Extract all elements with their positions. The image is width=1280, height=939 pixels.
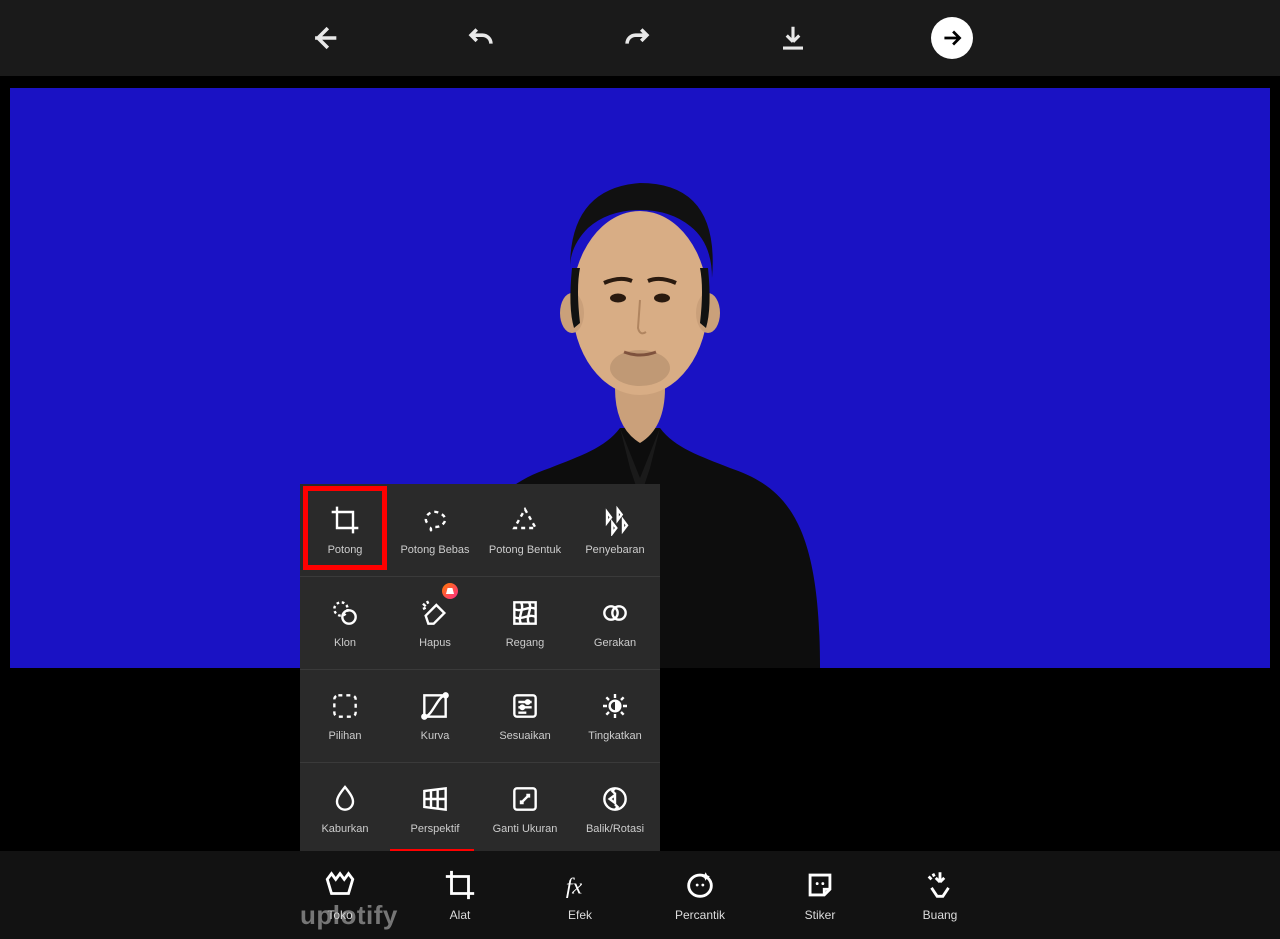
bottom-percantik[interactable]: Percantik [662, 868, 738, 922]
tool-label: Potong [328, 544, 363, 556]
tool-tingkatkan[interactable]: Tingkatkan [570, 670, 660, 762]
bottom-toolbar: Toko Alat fx Efek Percantik Stiker Buang [0, 851, 1280, 939]
tool-regang[interactable]: Regang [480, 577, 570, 669]
tool-potong-bentuk[interactable]: Potong Bentuk [480, 484, 570, 576]
undo-button[interactable] [463, 20, 499, 56]
download-button[interactable] [775, 20, 811, 56]
tool-label: Balik/Rotasi [586, 823, 644, 835]
tool-ganti-ukuran[interactable]: Ganti Ukuran [480, 763, 570, 855]
tool-sesuaikan[interactable]: Sesuaikan [480, 670, 570, 762]
bottom-toko[interactable]: Toko [302, 868, 378, 922]
bottom-buang[interactable]: Buang [902, 868, 978, 922]
tool-label: Hapus [419, 637, 451, 649]
tool-label: Tingkatkan [588, 730, 641, 742]
back-button[interactable] [307, 20, 343, 56]
tool-kaburkan[interactable]: Kaburkan [300, 763, 390, 855]
tool-penyebaran[interactable]: Penyebaran [570, 484, 660, 576]
tool-kurva[interactable]: Kurva [390, 670, 480, 762]
tool-label: Klon [334, 637, 356, 649]
svg-text:fx: fx [566, 874, 582, 899]
tool-perspektif[interactable]: Perspektif [390, 763, 480, 855]
bottom-label: Alat [450, 908, 471, 922]
tool-potong-bebas[interactable]: Potong Bebas [390, 484, 480, 576]
tool-hapus[interactable]: Hapus [390, 577, 480, 669]
tool-label: Regang [506, 637, 545, 649]
bottom-label: Buang [923, 908, 958, 922]
tool-label: Ganti Ukuran [493, 823, 558, 835]
tool-label: Potong Bebas [400, 544, 469, 556]
tool-pilihan[interactable]: Pilihan [300, 670, 390, 762]
bottom-alat[interactable]: Alat [422, 868, 498, 922]
tool-potong[interactable]: Potong [300, 484, 390, 576]
premium-badge-icon [442, 583, 458, 599]
bottom-label: Stiker [805, 908, 836, 922]
bottom-efek[interactable]: fx Efek [542, 868, 618, 922]
redo-button[interactable] [619, 20, 655, 56]
tool-label: Potong Bentuk [489, 544, 561, 556]
tool-label: Gerakan [594, 637, 636, 649]
tool-label: Pilihan [328, 730, 361, 742]
tool-klon[interactable]: Klon [300, 577, 390, 669]
bottom-label: Toko [327, 908, 352, 922]
tool-label: Kurva [421, 730, 450, 742]
top-toolbar [0, 0, 1280, 76]
next-button[interactable] [931, 17, 973, 59]
tools-popup-menu: Potong Potong Bebas Potong Bentuk Penyeb… [300, 484, 660, 855]
tool-label: Perspektif [411, 823, 460, 835]
tool-balik-rotasi[interactable]: Balik/Rotasi [570, 763, 660, 855]
bottom-label: Percantik [675, 908, 725, 922]
bottom-label: Efek [568, 908, 592, 922]
tool-gerakan[interactable]: Gerakan [570, 577, 660, 669]
bottom-stiker[interactable]: Stiker [782, 868, 858, 922]
tool-label: Penyebaran [585, 544, 644, 556]
tool-label: Sesuaikan [499, 730, 550, 742]
tool-label: Kaburkan [321, 823, 368, 835]
